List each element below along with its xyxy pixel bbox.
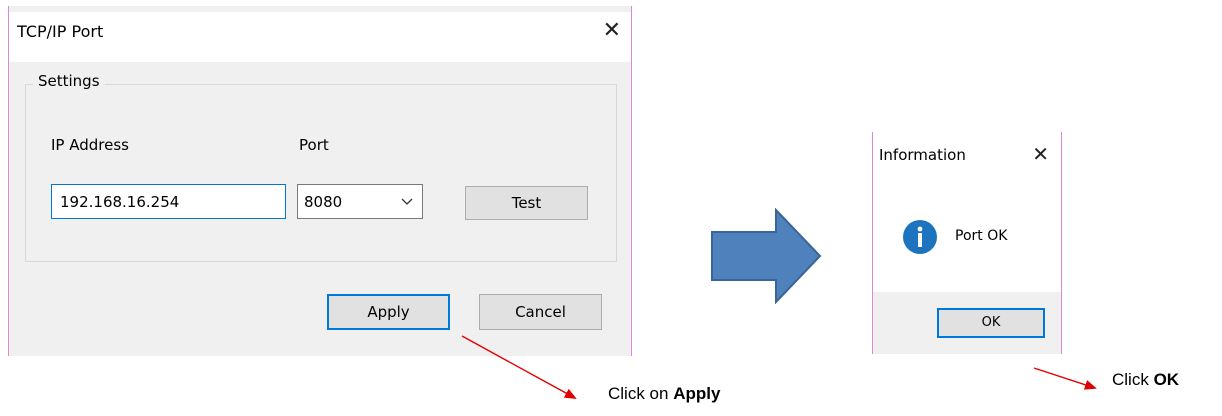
ok-caption-prefix: Click <box>1112 370 1154 389</box>
apply-caption-prefix: Click on <box>608 384 674 403</box>
ok-caption: Click OK <box>1112 370 1179 390</box>
pointer-arrows <box>461 335 1097 399</box>
apply-pointer-arrow <box>461 335 577 399</box>
ok-caption-bold: OK <box>1153 370 1180 389</box>
ok-pointer-arrow <box>1033 367 1097 390</box>
apply-caption-bold: Apply <box>673 384 721 403</box>
apply-caption: Click on Apply <box>608 384 720 404</box>
